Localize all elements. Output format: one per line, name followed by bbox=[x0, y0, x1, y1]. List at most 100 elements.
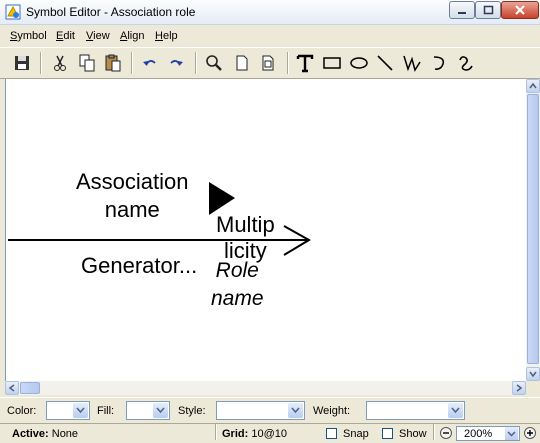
text-tool-icon bbox=[296, 54, 314, 73]
weight-select[interactable] bbox=[366, 401, 465, 420]
association-name-line-1: Association bbox=[76, 169, 189, 194]
role-name-line-1: Role bbox=[215, 259, 259, 282]
undo-button[interactable] bbox=[140, 53, 160, 73]
active-status: Active: None bbox=[12, 428, 78, 440]
menu-view[interactable]: View bbox=[86, 30, 110, 42]
chevron-down-icon bbox=[507, 431, 516, 437]
curve-tool-icon bbox=[459, 56, 473, 71]
scroll-right-button[interactable] bbox=[512, 381, 526, 395]
generator-label[interactable]: Generator... bbox=[81, 253, 197, 279]
scroll-up-button[interactable] bbox=[526, 79, 540, 93]
text-tool-button[interactable] bbox=[295, 53, 315, 73]
line-tool-button[interactable] bbox=[375, 53, 395, 73]
polyline-tool-icon bbox=[403, 55, 421, 72]
title-bar: Symbol Editor - Association role bbox=[0, 0, 540, 25]
copy-button[interactable] bbox=[77, 53, 97, 73]
horizontal-scroll-thumb[interactable] bbox=[20, 382, 40, 394]
grid-label: Grid: bbox=[222, 428, 249, 440]
page-fit-button[interactable] bbox=[258, 53, 278, 73]
line-tool-icon bbox=[377, 55, 393, 71]
weight-dropdown-button[interactable] bbox=[448, 403, 463, 418]
color-select[interactable] bbox=[46, 401, 90, 420]
chevron-down-icon bbox=[451, 407, 460, 413]
window-title: Symbol Editor - Association role bbox=[26, 5, 196, 19]
toolbar-separator bbox=[40, 52, 42, 74]
zoom-dropdown-button[interactable] bbox=[505, 427, 518, 440]
chevron-left-icon bbox=[8, 384, 15, 392]
grid-value: 10@10 bbox=[251, 428, 287, 440]
scroll-left-button[interactable] bbox=[5, 381, 19, 395]
page-fit-icon bbox=[262, 55, 274, 71]
menu-help[interactable]: Help bbox=[155, 30, 178, 42]
style-select[interactable] bbox=[216, 401, 305, 420]
arc-tool-button[interactable] bbox=[429, 53, 449, 73]
status-separator bbox=[433, 424, 435, 440]
menu-edit[interactable]: Edit bbox=[56, 30, 75, 42]
menu-bar: Symbol Edit View Align Help bbox=[0, 26, 540, 46]
fill-label: Fill: bbox=[97, 405, 115, 417]
chevron-down-icon bbox=[291, 407, 300, 413]
minus-icon bbox=[443, 432, 449, 434]
cut-button[interactable] bbox=[50, 53, 70, 73]
show-checkbox[interactable] bbox=[382, 428, 393, 439]
ellipse-tool-icon bbox=[350, 57, 368, 69]
close-icon bbox=[515, 5, 525, 15]
minimize-icon bbox=[458, 12, 466, 14]
drawing-canvas[interactable]: Association name Multip licity Generator… bbox=[5, 79, 527, 381]
arc-tool-icon bbox=[433, 56, 445, 70]
menu-symbol[interactable]: Symbol bbox=[10, 30, 47, 42]
curve-tool-button[interactable] bbox=[456, 53, 476, 73]
show-label: Show bbox=[399, 428, 427, 440]
toolbar-separator bbox=[131, 52, 133, 74]
weight-label: Weight: bbox=[313, 405, 351, 417]
toolbar bbox=[0, 47, 540, 79]
role-name-label[interactable]: Role name bbox=[211, 257, 264, 313]
close-button[interactable] bbox=[501, 1, 539, 19]
paste-icon bbox=[105, 54, 121, 72]
style-label: Style: bbox=[178, 405, 206, 417]
snap-checkbox[interactable] bbox=[326, 428, 337, 439]
status-separator bbox=[215, 424, 217, 440]
zoom-in-button[interactable] bbox=[524, 427, 536, 439]
vertical-scroll-thumb[interactable] bbox=[527, 94, 539, 364]
association-name-label[interactable]: Association name bbox=[76, 168, 189, 224]
active-value: None bbox=[51, 428, 79, 440]
redo-button[interactable] bbox=[166, 53, 186, 73]
polyline-tool-button[interactable] bbox=[402, 53, 422, 73]
fill-dropdown-button[interactable] bbox=[153, 403, 168, 418]
scroll-corner bbox=[526, 381, 540, 395]
copy-icon bbox=[79, 54, 95, 72]
chevron-right-icon bbox=[516, 384, 523, 392]
page-button[interactable] bbox=[232, 53, 252, 73]
vertical-scrollbar[interactable] bbox=[526, 79, 540, 381]
plus-icon bbox=[527, 430, 533, 436]
chevron-down-icon bbox=[529, 371, 537, 378]
cut-icon bbox=[54, 55, 66, 71]
zoom-out-button[interactable] bbox=[440, 427, 452, 439]
minimize-button[interactable] bbox=[449, 1, 475, 19]
snap-label: Snap bbox=[343, 428, 369, 440]
color-dropdown-button[interactable] bbox=[73, 403, 88, 418]
properties-bar: Color: Fill: Style: Weight: bbox=[0, 397, 540, 423]
chevron-down-icon bbox=[76, 407, 85, 413]
page-icon bbox=[236, 55, 248, 71]
rectangle-tool-button[interactable] bbox=[322, 53, 342, 73]
ellipse-tool-button[interactable] bbox=[349, 53, 369, 73]
scroll-down-button[interactable] bbox=[526, 367, 540, 381]
horizontal-scrollbar[interactable] bbox=[5, 381, 526, 395]
zoom-button[interactable] bbox=[204, 53, 224, 73]
maximize-icon bbox=[483, 5, 494, 15]
role-name-line-2: name bbox=[211, 287, 264, 310]
paste-button[interactable] bbox=[103, 53, 123, 73]
rectangle-tool-icon bbox=[323, 57, 341, 69]
save-button[interactable] bbox=[12, 53, 32, 73]
maximize-button[interactable] bbox=[475, 1, 501, 19]
style-dropdown-button[interactable] bbox=[288, 403, 303, 418]
association-name-line-2: name bbox=[104, 197, 160, 222]
fill-select[interactable] bbox=[126, 401, 170, 420]
save-icon bbox=[15, 56, 29, 70]
zoom-icon bbox=[206, 55, 222, 71]
menu-align[interactable]: Align bbox=[120, 30, 144, 42]
toolbar-separator bbox=[195, 52, 197, 74]
multiplicity-line-1: Multip bbox=[216, 212, 275, 237]
